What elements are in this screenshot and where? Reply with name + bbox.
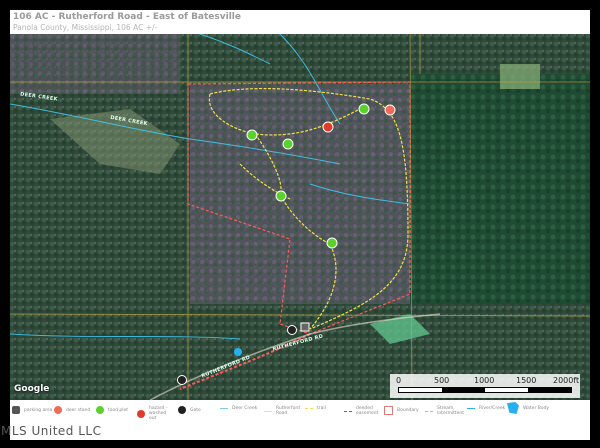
river-line-icon — [467, 408, 475, 409]
trail-line-icon — [305, 408, 313, 409]
legend-item: Rutherford Road — [264, 406, 300, 416]
food-plot-icon — [96, 406, 104, 414]
gate-marker — [287, 325, 297, 335]
legend-item: parking area — [12, 406, 53, 414]
water-body-icon — [507, 402, 519, 414]
page-title: 106 AC - Rutherford Road - East of Bates… — [13, 12, 241, 22]
parking-marker — [300, 322, 310, 332]
legend-item: deeded easement — [344, 406, 380, 416]
aerial-map[interactable]: DEER CREEK DEER CREEK RUTHERFORD RD RUTH… — [10, 34, 590, 400]
scale-tick: 0 — [396, 376, 402, 385]
hazard-marker — [322, 121, 334, 133]
gate-marker — [177, 375, 187, 385]
legend-item: River/Creek — [467, 406, 505, 411]
parking-icon — [12, 406, 20, 414]
creek-line-icon — [220, 408, 228, 409]
legend-item: Stream, Intermittent — [425, 406, 464, 416]
water-body-marker — [234, 348, 242, 356]
scale-tick: 2000ft — [553, 376, 580, 385]
legend-item: food plot — [96, 406, 128, 414]
gate-icon — [178, 406, 186, 414]
scale-bar: 0 500 1000 1500 2000ft — [390, 374, 580, 398]
legend-item: Boundary — [384, 406, 419, 415]
road-line-icon — [264, 410, 272, 412]
map-sheet: 106 AC - Rutherford Road - East of Bates… — [1, 10, 590, 440]
map-legend: parking area deer stand food plot hazard… — [10, 402, 590, 422]
easement-line-icon — [344, 410, 352, 412]
stream-line-icon — [425, 410, 433, 412]
legend-item: Deer Creek — [220, 406, 257, 411]
watermark: MLS United LLC — [1, 424, 102, 438]
legend-item: hazard - washed out — [137, 406, 175, 421]
hazard-icon — [137, 409, 145, 418]
legend-item: deer stand — [54, 406, 90, 414]
legend-item: Gate — [178, 406, 201, 414]
boundary-icon — [384, 406, 393, 415]
scale-tick: 500 — [434, 376, 450, 385]
legend-item: trail — [305, 406, 326, 411]
scale-tick: 1000 — [474, 376, 495, 385]
google-attribution: Google — [14, 384, 50, 394]
scale-tick: 1500 — [516, 376, 537, 385]
legend-item: Water Body — [507, 402, 549, 414]
page-subtitle: Panola County, Mississippi, 106 AC +/- — [13, 23, 158, 32]
deer-stand-icon — [54, 406, 62, 414]
deer-stand-marker — [384, 104, 396, 116]
